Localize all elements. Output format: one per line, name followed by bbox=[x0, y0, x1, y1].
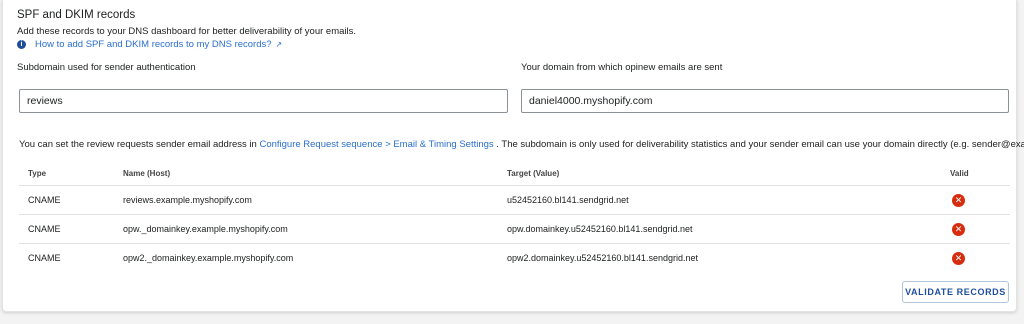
row-type: CNAME bbox=[28, 253, 61, 263]
error-circle-icon: ✕ bbox=[952, 222, 965, 236]
domain-input[interactable]: daniel4000.myshopify.com bbox=[521, 89, 1009, 113]
row-valid: ✕ bbox=[950, 214, 1010, 244]
error-circle-icon: ✕ bbox=[952, 193, 965, 207]
row-type: CNAME bbox=[19, 214, 123, 244]
configure-request-link[interactable]: Configure Request sequence > Email & Tim… bbox=[259, 139, 493, 150]
note-prefix: You can set the review requests sender e… bbox=[19, 139, 257, 150]
note-suffix: . The subdomain is only used for deliver… bbox=[496, 139, 1024, 150]
row-type: CNAME bbox=[19, 185, 123, 215]
header-name: Name (Host) bbox=[123, 161, 507, 186]
row-valid: ✕ bbox=[950, 244, 1010, 273]
dns-records-table: Type Name (Host) Target (Value) Valid CN… bbox=[19, 161, 1010, 272]
sender-note: You can set the review requests sender e… bbox=[19, 139, 1024, 150]
row-target: opw.domainkey.u52452160.bl141.sendgrid.n… bbox=[507, 214, 950, 244]
row-name: reviews.example.myshopify.com bbox=[123, 185, 507, 215]
domain-label: Your domain from which opinew emails are… bbox=[521, 62, 723, 73]
row-name: opw2._domainkey.example.myshopify.com bbox=[123, 253, 294, 263]
table-row: CNAME reviews.example.myshopify.com u524… bbox=[19, 185, 1010, 215]
row-target: u52452160.bl141.sendgrid.net bbox=[507, 185, 950, 215]
row-target: opw2.domainkey.u52452160.bl141.sendgrid.… bbox=[507, 253, 698, 263]
header-target: Target (Value) bbox=[507, 161, 950, 186]
header-valid: Valid bbox=[950, 161, 1010, 186]
validate-records-button[interactable]: VALIDATE RECORDS bbox=[902, 281, 1009, 303]
spf-dkim-card: SPF and DKIM records Add these records t… bbox=[2, 0, 1024, 312]
table-row: CNAME opw._domainkey.example.myshopify.c… bbox=[19, 214, 1010, 244]
table-row: CNAME opw2._domainkey.example.myshopify.… bbox=[19, 244, 1010, 273]
external-link-icon: ↗ bbox=[275, 40, 283, 49]
table-header-row: Type Name (Host) Target (Value) Valid bbox=[19, 161, 1010, 186]
header-type: Type bbox=[19, 161, 123, 186]
row-name: opw._domainkey.example.myshopify.com bbox=[123, 214, 507, 244]
error-circle-icon: ✕ bbox=[952, 251, 965, 265]
section-title: SPF and DKIM records bbox=[17, 9, 136, 21]
subdomain-input[interactable]: reviews bbox=[19, 89, 508, 113]
section-description: Add these records to your DNS dashboard … bbox=[17, 26, 356, 37]
subdomain-label: Subdomain used for sender authentication bbox=[17, 62, 196, 73]
info-icon: i bbox=[17, 40, 26, 49]
row-valid: ✕ bbox=[950, 185, 1010, 215]
help-row: i How to add SPF and DKIM records to my … bbox=[17, 39, 282, 50]
help-link[interactable]: How to add SPF and DKIM records to my DN… bbox=[35, 39, 272, 50]
